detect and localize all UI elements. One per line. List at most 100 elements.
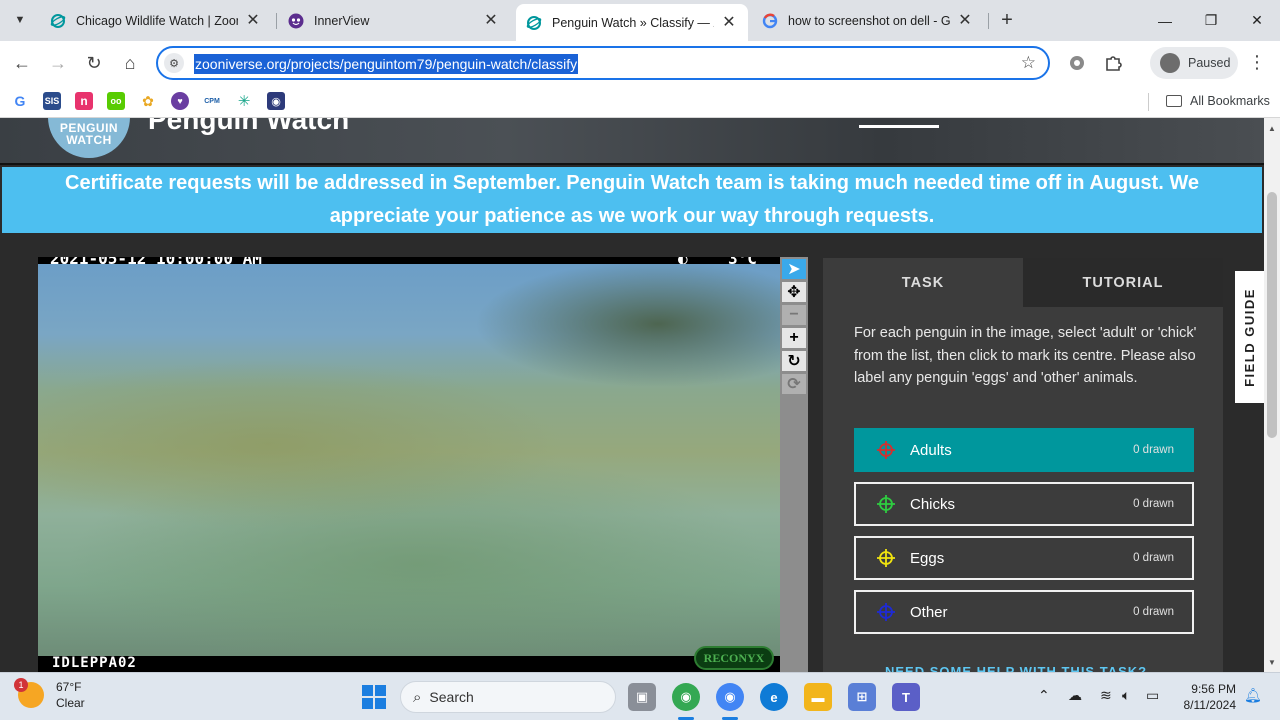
tab-tutorial[interactable]: TUTORIAL	[1023, 258, 1223, 307]
weather-temperature: 67°F	[56, 680, 82, 694]
tool-other[interactable]: Other 0 drawn	[854, 590, 1194, 634]
restore-button[interactable]: ❐	[1188, 0, 1234, 41]
chrome-profile-icon[interactable]: ◉	[716, 683, 744, 711]
close-window-button[interactable]: ✕	[1234, 0, 1280, 41]
pointer-tool-button[interactable]: ➤	[782, 259, 806, 279]
chrome-icon[interactable]: ◉	[672, 683, 700, 711]
tab-penguin-watch[interactable]: Penguin Watch » Classify — Zooniverse ✕	[516, 4, 748, 41]
cpm-icon[interactable]: CPM	[203, 92, 221, 110]
tab-search-button[interactable]: ▼	[8, 8, 32, 32]
scroll-up-icon[interactable]: ▲	[1267, 124, 1277, 134]
forward-button[interactable]: →	[44, 49, 72, 77]
tool-chicks[interactable]: Chicks 0 drawn	[854, 482, 1194, 526]
star-icon[interactable]: ☆	[1021, 53, 1036, 73]
task-panel: TASK TUTORIAL For each penguin in the im…	[823, 258, 1223, 672]
browser-toolbar: ← → ↻ ⌂ ⚙ zooniverse.org/projects/pengui…	[0, 41, 1280, 85]
battery-icon[interactable]: ▭	[1146, 687, 1159, 704]
volume-icon[interactable]: 🔈︎	[1122, 687, 1130, 704]
sun-icon: 1	[14, 678, 44, 708]
tab-strip: ▼ Chicago Wildlife Watch | Zooniverse ✕ …	[0, 0, 1280, 41]
menu-icon[interactable]: ⋮	[1248, 52, 1266, 73]
google-icon[interactable]: G	[11, 92, 29, 110]
task-instructions: For each penguin in the image, select 'a…	[854, 325, 1197, 386]
duolingo-icon[interactable]: oo	[107, 92, 125, 110]
tab-google-search[interactable]: how to screenshot on dell - Google ✕	[752, 6, 984, 36]
project-title[interactable]: Penguin Watch	[148, 118, 349, 136]
asterisk-icon[interactable]: ✳	[235, 92, 253, 110]
back-button[interactable]: ←	[8, 49, 36, 77]
page-scrollbar[interactable]: ▲ ▼	[1264, 118, 1280, 672]
tab-separator	[988, 13, 989, 29]
cloud-offline-icon[interactable]: ☁	[1068, 687, 1082, 704]
weather-widget[interactable]: 1 67°F Clear	[14, 678, 85, 711]
home-button[interactable]: ⌂	[116, 49, 144, 77]
close-icon[interactable]: ✕	[956, 12, 974, 30]
innerview-icon[interactable]: ♥	[171, 92, 189, 110]
zoom-in-button[interactable]: +	[782, 328, 806, 348]
project-logo[interactable]: PENGUIN WATCH	[48, 118, 130, 158]
address-bar[interactable]: ⚙ zooniverse.org/projects/penguintom79/p…	[156, 46, 1050, 80]
scrollbar-thumb[interactable]	[1267, 192, 1277, 438]
windows-logo-tile	[362, 698, 373, 709]
system-clock[interactable]: 9:56 PM 8/11/2024	[1180, 681, 1237, 713]
wifi-icon[interactable]: ≋	[1100, 687, 1112, 704]
file-explorer-icon[interactable]: ▬	[804, 683, 832, 711]
zoom-out-button[interactable]: −	[782, 305, 806, 325]
page-content: PENGUIN WATCH Penguin Watch Certificate …	[0, 118, 1264, 672]
project-header: PENGUIN WATCH Penguin Watch	[0, 118, 1264, 165]
reset-button[interactable]: ⟳	[782, 374, 806, 394]
puzzle-icon[interactable]	[1102, 52, 1124, 74]
tool-name: Adults	[910, 441, 952, 459]
penguin-colony-photo[interactable]	[38, 264, 780, 656]
close-icon[interactable]: ✕	[720, 14, 738, 32]
tool-eggs[interactable]: Eggs 0 drawn	[854, 536, 1194, 580]
search-icon: ⌕	[413, 688, 422, 706]
task-view-icon[interactable]: ▣	[628, 683, 656, 711]
scroll-down-icon[interactable]: ▼	[1267, 658, 1277, 668]
sis-icon[interactable]: SIS	[43, 92, 61, 110]
zooniverse-icon	[526, 15, 542, 31]
extension-icon[interactable]	[1066, 52, 1088, 74]
tool-adults[interactable]: Adults 0 drawn	[854, 428, 1194, 472]
task-help-link[interactable]: NEED SOME HELP WITH THIS TASK?	[885, 664, 1147, 672]
all-bookmarks-button[interactable]: All Bookmarks	[1166, 92, 1270, 110]
close-icon: ✕	[1251, 12, 1263, 28]
tool-count: 0 drawn	[1133, 498, 1174, 510]
microsoft-store-icon[interactable]: ⊞	[848, 683, 876, 711]
close-icon[interactable]: ✕	[482, 12, 500, 30]
n-icon[interactable]: n	[75, 92, 93, 110]
home-icon: ⌂	[124, 52, 136, 73]
clock-date: 8/11/2024	[1183, 698, 1237, 712]
pan-tool-button[interactable]: ✥	[782, 282, 806, 302]
start-button[interactable]	[362, 685, 386, 709]
rotate-button[interactable]: ↻	[782, 351, 806, 371]
site-info-icon[interactable]: ⚙	[164, 53, 184, 73]
camera-id-strip	[38, 656, 780, 672]
image-toolbar: ➤ ✥ − + ↻ ⟳	[780, 257, 808, 672]
tab-innerview[interactable]: InnerView ✕	[278, 6, 510, 36]
plus-icon: +	[1001, 9, 1013, 31]
teams-icon[interactable]: T	[892, 683, 920, 711]
field-guide-button[interactable]: FIELD GUIDE	[1235, 271, 1264, 403]
flower-icon[interactable]: ✿	[139, 92, 157, 110]
tab-task[interactable]: TASK	[823, 258, 1023, 307]
tab-chicago-wildlife[interactable]: Chicago Wildlife Watch | Zooniverse ✕	[40, 6, 272, 36]
chevron-up-icon[interactable]: ⌃	[1038, 687, 1050, 704]
tool-count: 0 drawn	[1133, 606, 1174, 618]
url-text[interactable]: zooniverse.org/projects/penguintom79/pen…	[194, 54, 579, 74]
minus-icon: −	[789, 306, 799, 323]
tab-title: how to screenshot on dell - Google	[788, 14, 950, 28]
taskbar-search[interactable]: ⌕ Search	[400, 681, 616, 713]
weather-condition: Clear	[56, 696, 85, 710]
reload-button[interactable]: ↻	[80, 49, 108, 77]
minimize-button[interactable]: —	[1142, 0, 1188, 41]
close-icon[interactable]: ✕	[244, 12, 262, 30]
profile-button[interactable]: Paused	[1150, 47, 1238, 79]
tab-title: Chicago Wildlife Watch | Zooniverse	[76, 14, 238, 28]
announcement-banner: Certificate requests will be addressed i…	[2, 167, 1262, 233]
shield-bookmark-icon[interactable]: ◉	[267, 92, 285, 110]
new-tab-button[interactable]: +	[996, 9, 1018, 31]
notification-bell-icon[interactable]: 🔔︎	[1244, 687, 1262, 704]
subject-image[interactable]: 2021-05-12 10:00:00 AM ◐ 3°C IDLEPPA02 R…	[38, 257, 780, 672]
edge-icon[interactable]: e	[760, 683, 788, 711]
